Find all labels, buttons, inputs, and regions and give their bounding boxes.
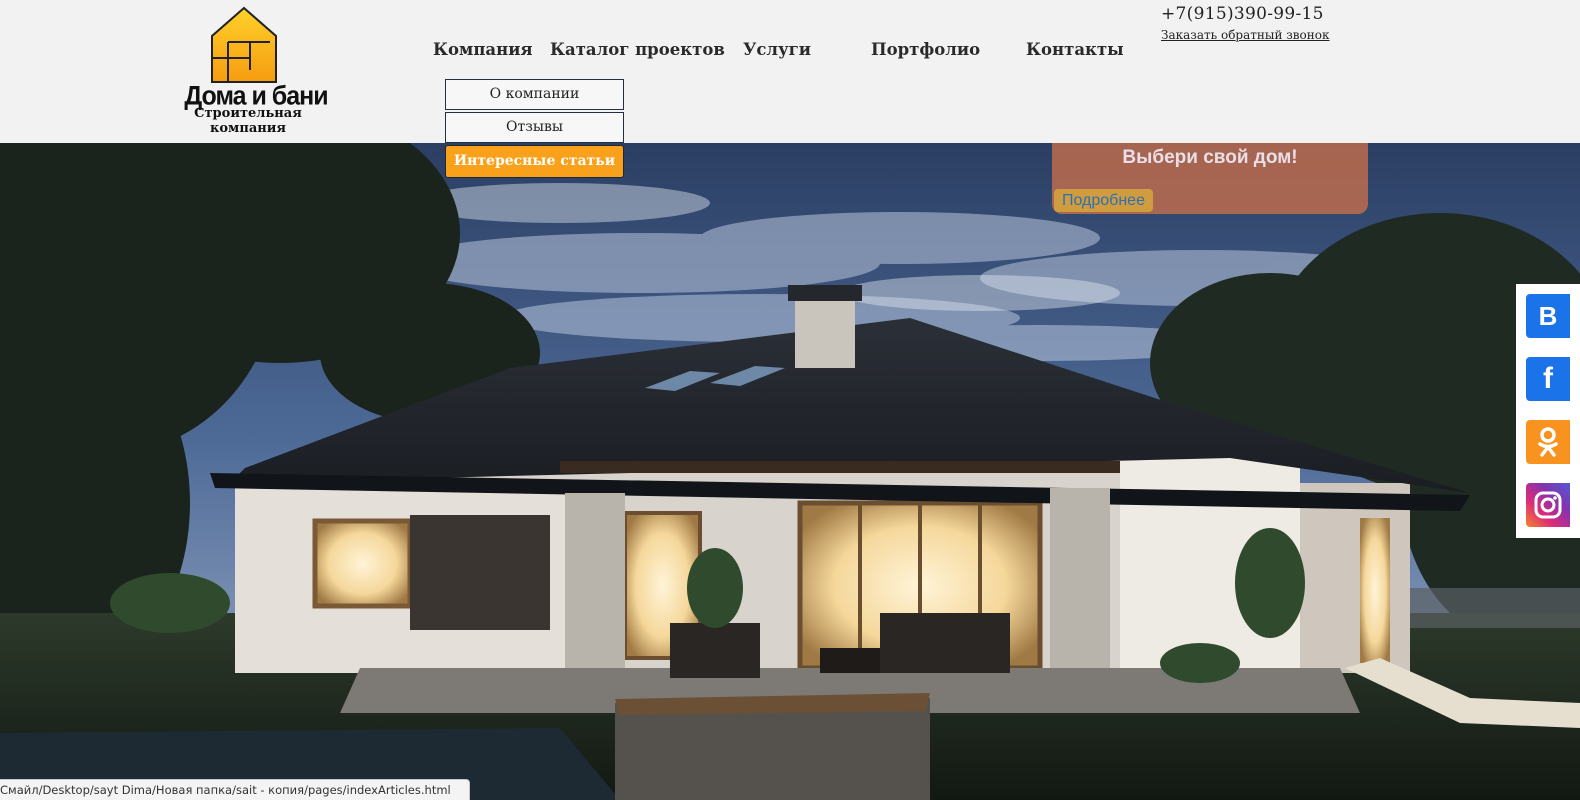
instagram-icon[interactable] [1526, 483, 1570, 527]
vk-glyph: B [1538, 300, 1558, 331]
phone-number[interactable]: +7(915)390-99-15 [1161, 4, 1330, 24]
nav-portfolio[interactable]: Портфолио [871, 40, 980, 59]
hero-image [0, 143, 1580, 800]
contact-block: +7(915)390-99-15 Заказать обратный звоно… [1161, 4, 1330, 42]
promo-title: Выбери свой дом! [1122, 147, 1298, 168]
promo-more-button[interactable]: Подробнее [1054, 189, 1153, 212]
dropdown-item-about[interactable]: О компании [445, 79, 624, 110]
facebook-glyph: f [1543, 362, 1553, 395]
company-dropdown: О компании Отзывы Интересные статьи [445, 79, 624, 180]
odnoklassniki-icon[interactable] [1526, 420, 1570, 464]
odnoklassniki-symbol [1538, 427, 1558, 457]
social-sidebar: B f [1516, 284, 1580, 538]
house-logo-icon [211, 6, 277, 83]
vk-icon[interactable]: B [1526, 294, 1570, 338]
instagram-symbol [1534, 491, 1562, 519]
browser-status-url: Смайл/Desktop/sayt Dima/Новая папка/sait… [0, 779, 470, 800]
nav-services[interactable]: Услуги [743, 40, 811, 59]
promo-panel: Выбери свой дом! Подробнее [1052, 143, 1368, 214]
logo-subtitle: Строительная компания [194, 106, 302, 136]
dropdown-item-articles[interactable]: Интересные статьи [445, 145, 624, 178]
site-header: Дома и бани Строительная компания Компан… [0, 0, 1580, 143]
nav-contacts[interactable]: Контакты [1026, 40, 1124, 59]
callback-link[interactable]: Заказать обратный звонок [1161, 28, 1330, 42]
nav-company[interactable]: Компания [433, 40, 533, 59]
nav-catalog[interactable]: Каталог проектов [550, 40, 725, 59]
facebook-icon[interactable]: f [1526, 357, 1570, 401]
logo[interactable]: Дома и бани Строительная компания [158, 6, 338, 136]
dropdown-item-reviews[interactable]: Отзывы [445, 112, 624, 143]
